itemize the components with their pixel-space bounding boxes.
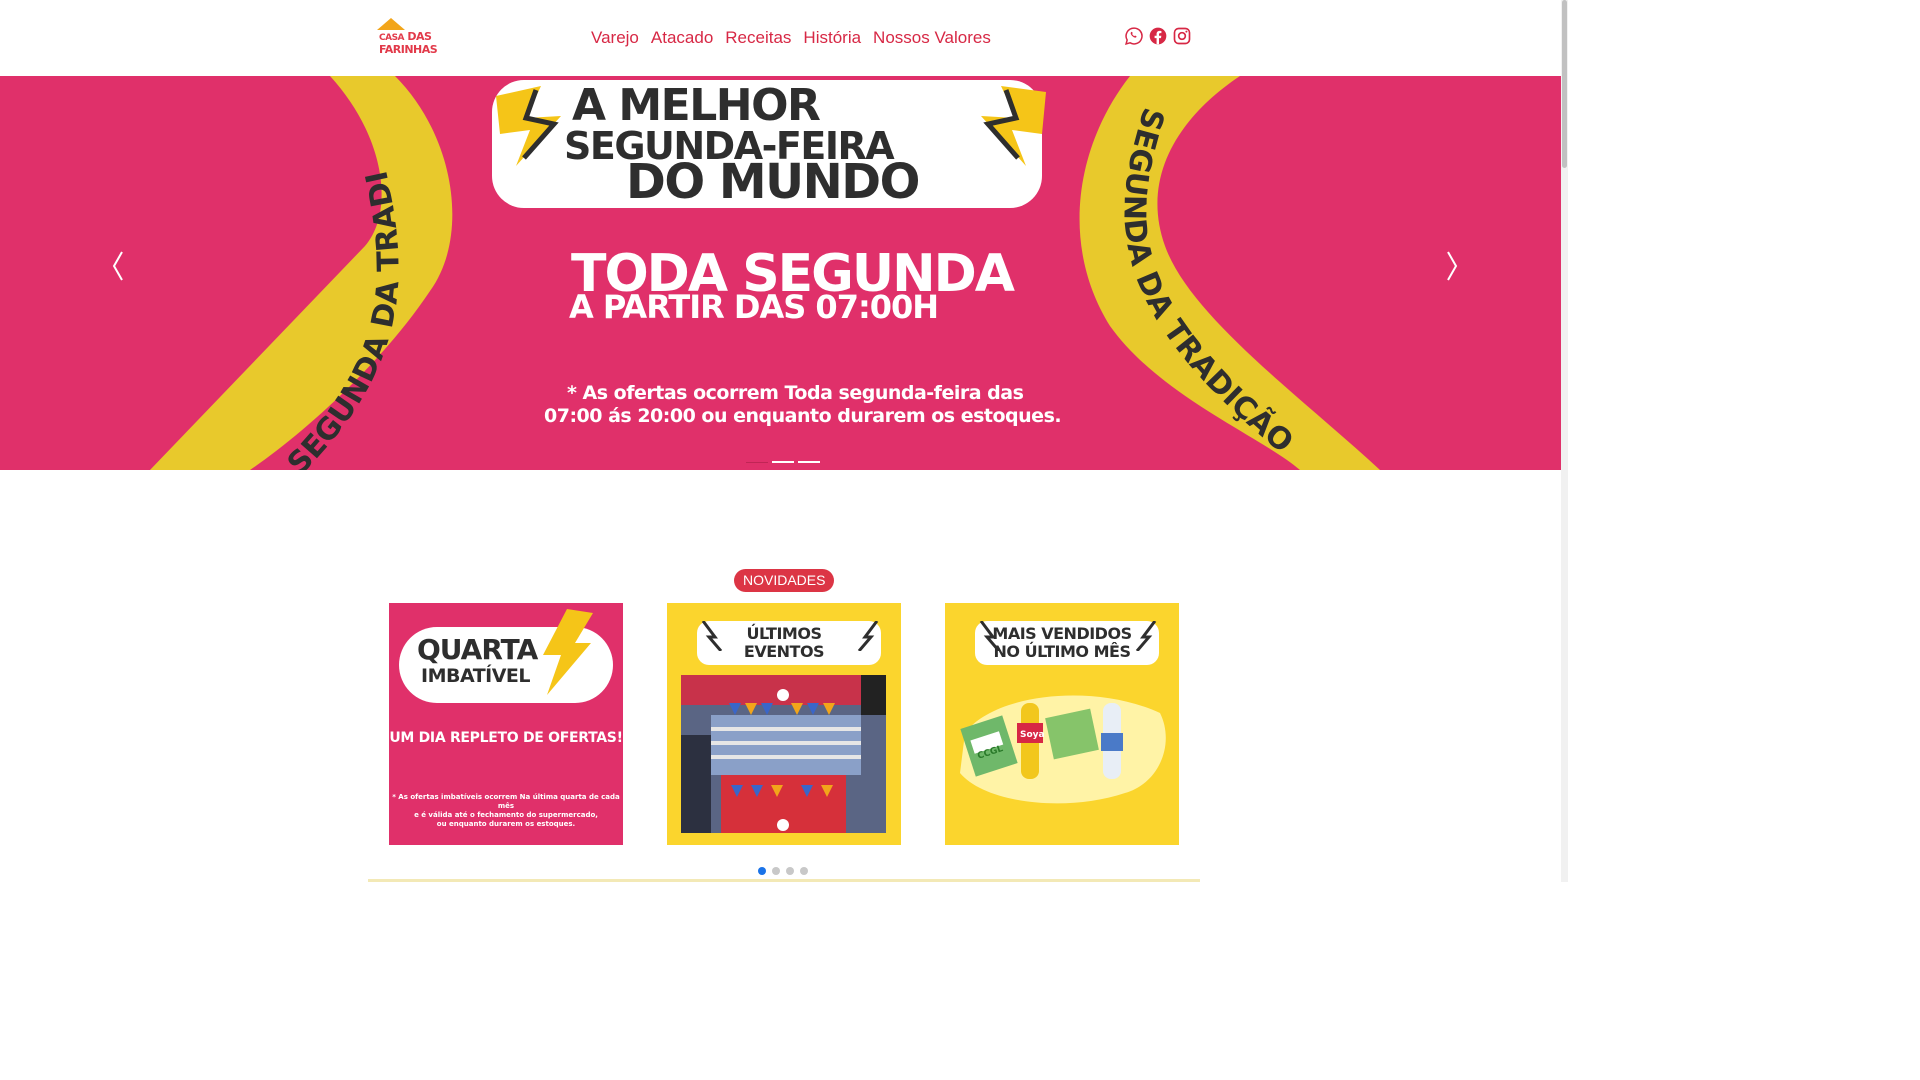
novidade-card-ultimos-eventos[interactable]: ÚLTIMOS EVENTOS — [667, 603, 901, 845]
card-title-line2: IMBATÍVEL — [421, 665, 531, 687]
fine-print-line2: e é válida até o fechamento do supermerc… — [414, 811, 598, 819]
carousel-indicator-2[interactable] — [772, 461, 794, 463]
card-title-line2: EVENTOS — [743, 642, 825, 661]
pagination-dot-3[interactable] — [786, 867, 794, 875]
logo-text-farinhas: FARINHAS — [379, 43, 438, 56]
carousel-indicator-3[interactable] — [798, 461, 820, 463]
hero-note-line2: 07:00 ás 20:00 ou enquanto durarem os es… — [544, 405, 1062, 427]
product-label-soya: Soya — [1020, 730, 1045, 740]
whatsapp-icon[interactable] — [1124, 26, 1144, 46]
pagination-dot-1[interactable] — [758, 867, 766, 875]
card-title-line1: ÚLTIMOS — [746, 624, 822, 643]
card-title-line1: MAIS VENDIDOS — [992, 624, 1132, 643]
novidade-card-mais-vendidos[interactable]: MAIS VENDIDOS NO ÚLTIMO MÊS CCGL Soya — [945, 603, 1179, 845]
novidades-badge: NOVIDADES — [734, 569, 835, 592]
fine-print-line3: ou enquanto durarem os estoques. — [436, 820, 576, 828]
left-yellow-band — [150, 76, 453, 470]
card-title-line2: NO ÚLTIMO MÊS — [993, 642, 1131, 661]
event-photo — [681, 675, 886, 833]
novidades-pagination — [758, 867, 808, 875]
instagram-icon[interactable] — [1172, 26, 1192, 46]
hero-carousel: SEGUNDA DA TRADIÇÃO SEGUNDA DA TRADIÇÃO … — [0, 76, 1568, 470]
carousel-indicator-1[interactable] — [746, 461, 768, 463]
logo-text-casa: CASA — [379, 33, 405, 43]
page-scrollbar[interactable] — [1561, 0, 1568, 882]
social-links — [1124, 26, 1192, 46]
nav-link-receitas[interactable]: Receitas — [725, 28, 791, 48]
hero-headline-card: A MELHOR SEGUNDA-FEIRA DO MUNDO — [492, 80, 1046, 210]
logo-text-das: DAS — [407, 30, 432, 43]
novidade-card-quarta-imbativel[interactable]: QUARTA IMBATÍVEL UM DIA REPLETO DE OFERT… — [389, 603, 623, 845]
best-sellers-products: CCGL Soya — [960, 695, 1166, 804]
fine-print-line1: * As ofertas imbatíveis ocorrem Na últim… — [392, 793, 620, 810]
scrollbar-thumb[interactable] — [1562, 0, 1567, 168]
nav-link-varejo[interactable]: Varejo — [591, 28, 639, 48]
lightning-bolt-icon — [981, 86, 1046, 166]
hero-card-line3: DO MUNDO — [626, 154, 920, 210]
carousel-prev-arrow-icon[interactable] — [108, 246, 128, 286]
card-title-line1: QUARTA — [417, 633, 538, 666]
carousel-next-arrow-icon[interactable] — [1442, 246, 1462, 286]
lightning-bolt-icon — [496, 86, 561, 166]
hero-subheadline: A PARTIR DAS 07:00H — [569, 288, 939, 326]
pagination-dot-2[interactable] — [772, 867, 780, 875]
nav-link-atacado[interactable]: Atacado — [651, 28, 713, 48]
facebook-icon[interactable] — [1148, 26, 1168, 46]
hero-note-line1: * As ofertas ocorrem Toda segunda-feira … — [567, 382, 1024, 404]
card-fine-print: * As ofertas imbatíveis ocorrem Na últim… — [389, 793, 623, 829]
nav-link-nossos-valores[interactable]: Nossos Valores — [873, 28, 991, 48]
casa-das-farinhas-logo[interactable]: CASA DAS FARINHAS — [377, 18, 438, 58]
card-subtitle: UM DIA REPLETO DE OFERTAS! — [389, 730, 623, 746]
section-divider — [368, 879, 1200, 882]
logo-roof-icon — [377, 18, 405, 30]
main-nav: Varejo Atacado Receitas História Nossos … — [591, 28, 991, 48]
lightning-bolt-icon — [543, 609, 593, 695]
event-photo-illustration — [681, 675, 886, 833]
site-header: CASA DAS FARINHAS Varejo Atacado Receita… — [0, 0, 1568, 76]
carousel-indicators — [746, 461, 820, 463]
nav-link-historia[interactable]: História — [803, 28, 861, 48]
pagination-dot-4[interactable] — [800, 867, 808, 875]
